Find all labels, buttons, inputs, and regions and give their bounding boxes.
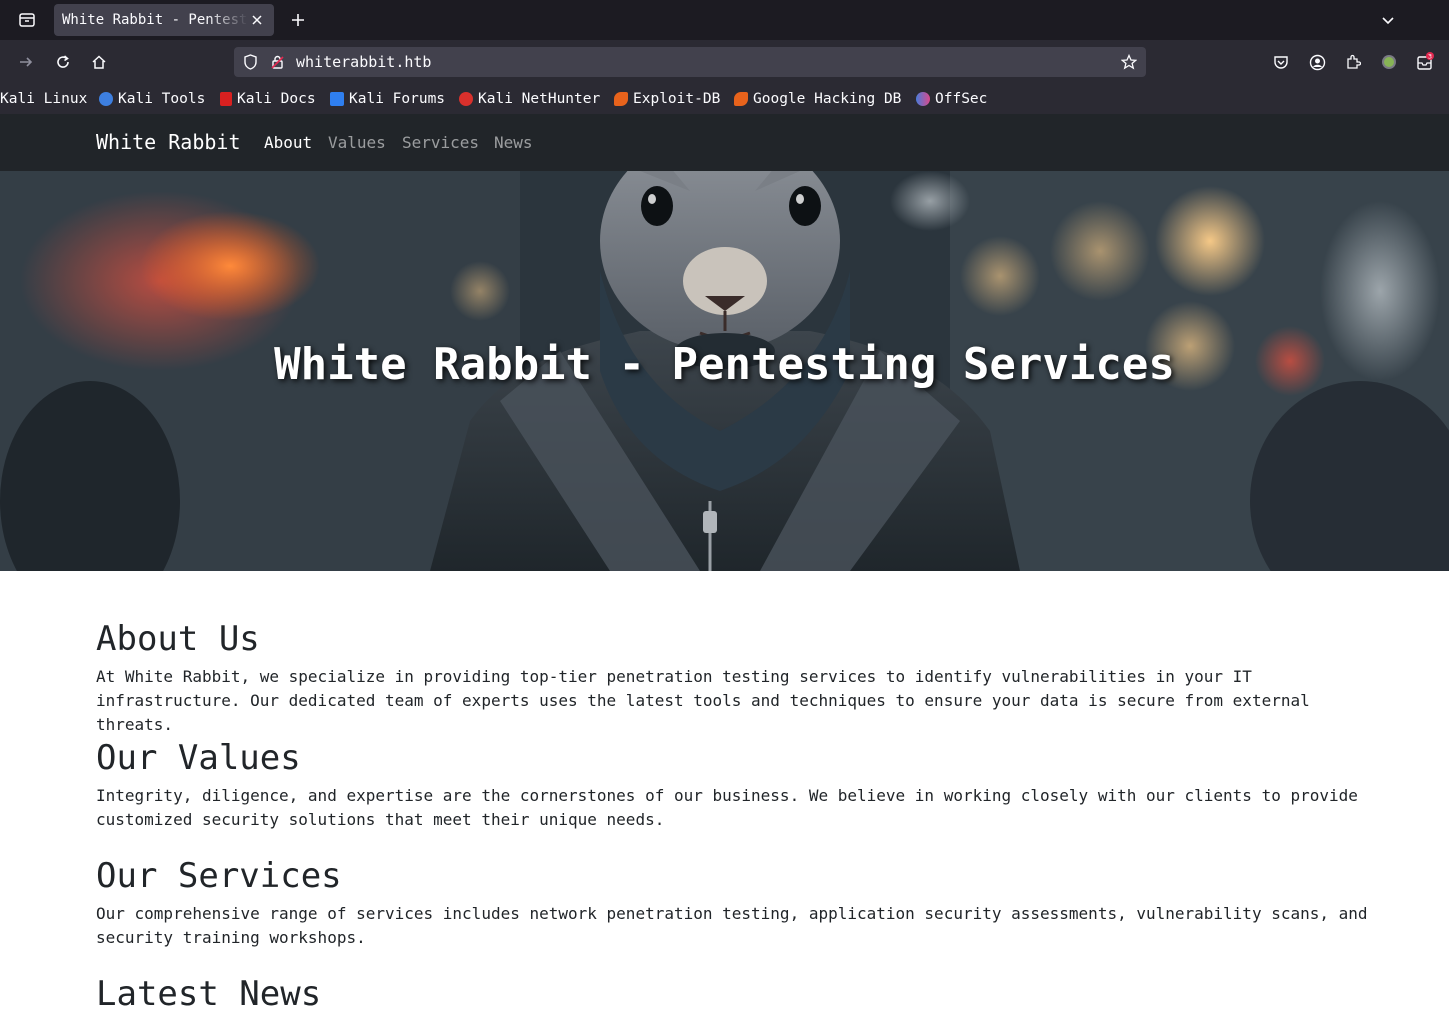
url-bar[interactable]: whiterabbit.htb bbox=[234, 47, 1146, 77]
bookmark-kali-docs[interactable]: Kali Docs bbox=[220, 90, 316, 108]
ghdb-icon bbox=[734, 92, 748, 106]
news-heading: Latest News bbox=[96, 974, 322, 1014]
bookmark-label: Kali Forums bbox=[349, 91, 446, 107]
bookmark-star-icon[interactable] bbox=[1120, 53, 1138, 71]
bookmark-offsec[interactable]: OffSec bbox=[916, 90, 987, 108]
services-text: Our comprehensive range of services incl… bbox=[96, 904, 1368, 947]
nav-values-link[interactable]: Values bbox=[328, 133, 386, 152]
bookmark-kali-nethunter[interactable]: Kali NetHunter bbox=[459, 90, 600, 108]
url-text: whiterabbit.htb bbox=[296, 53, 432, 71]
bookmark-label: Exploit-DB bbox=[633, 91, 721, 107]
hero-title: White Rabbit - Pentesting Services bbox=[274, 339, 1175, 390]
bookmark-kali-tools[interactable]: Kali Tools bbox=[99, 90, 205, 108]
bookmark-kali-linux[interactable]: Kali Linux bbox=[0, 90, 87, 108]
kali-tools-icon bbox=[99, 92, 113, 106]
bookmark-label: OffSec bbox=[935, 91, 988, 107]
exploit-db-icon bbox=[614, 92, 628, 106]
notification-inbox-icon[interactable]: 3 bbox=[1413, 50, 1437, 74]
kali-docs-icon bbox=[220, 92, 232, 106]
about-heading: About Us bbox=[96, 619, 260, 659]
nav-services-link[interactable]: Services bbox=[402, 133, 479, 152]
bookmark-label: Google Hacking DB bbox=[753, 91, 902, 107]
close-icon[interactable] bbox=[248, 11, 266, 29]
nav-news-link[interactable]: News bbox=[494, 133, 533, 152]
pocket-icon[interactable] bbox=[1269, 50, 1293, 74]
bookmark-kali-forums[interactable]: Kali Forums bbox=[330, 90, 445, 108]
extensions-icon[interactable] bbox=[1341, 50, 1365, 74]
firefox-view-icon[interactable] bbox=[14, 8, 40, 32]
bookmark-label: Kali Linux bbox=[0, 91, 88, 107]
services-heading: Our Services bbox=[96, 856, 342, 896]
reload-icon[interactable] bbox=[51, 50, 75, 74]
bookmark-google-hacking-db[interactable]: Google Hacking DB bbox=[734, 90, 901, 108]
about-text: At White Rabbit, we specialize in provid… bbox=[96, 667, 1310, 734]
bookmark-label: Kali Tools bbox=[118, 91, 206, 107]
offsec-icon bbox=[916, 92, 930, 106]
site-brand[interactable]: White Rabbit bbox=[96, 130, 241, 154]
new-tab-plus-icon[interactable] bbox=[286, 8, 310, 32]
hero-banner: White Rabbit - Pentesting Services bbox=[0, 171, 1449, 571]
bookmarks-toolbar: Kali Linux Kali Tools Kali Docs Kali For… bbox=[0, 84, 1449, 114]
bookmark-label: Kali Docs bbox=[237, 91, 316, 107]
nethunter-icon bbox=[459, 92, 473, 106]
account-icon[interactable] bbox=[1305, 50, 1329, 74]
site-navbar: White Rabbit About Values Services News bbox=[0, 114, 1449, 171]
bookmark-exploit-db[interactable]: Exploit-DB bbox=[614, 90, 720, 108]
shield-icon[interactable] bbox=[241, 53, 259, 71]
home-icon[interactable] bbox=[87, 50, 111, 74]
notification-badge: 3 bbox=[1428, 53, 1432, 61]
tab-title: White Rabbit - Pentesting Services bbox=[62, 12, 248, 28]
chevron-down-icon[interactable] bbox=[1376, 8, 1400, 32]
kali-forums-icon bbox=[330, 92, 344, 106]
browser-tab[interactable]: White Rabbit - Pentesting Services bbox=[54, 4, 274, 36]
bookmark-label: Kali NetHunter bbox=[478, 91, 601, 107]
nav-about-link[interactable]: About bbox=[264, 133, 312, 152]
browser-tab-bar: White Rabbit - Pentesting Services bbox=[0, 0, 1449, 40]
values-heading: Our Values bbox=[96, 738, 301, 778]
values-text: Integrity, diligence, and expertise are … bbox=[96, 786, 1358, 829]
forward-arrow-icon[interactable] bbox=[14, 50, 38, 74]
insecure-lock-icon[interactable] bbox=[268, 53, 286, 71]
extension-status-icon[interactable] bbox=[1377, 50, 1401, 74]
